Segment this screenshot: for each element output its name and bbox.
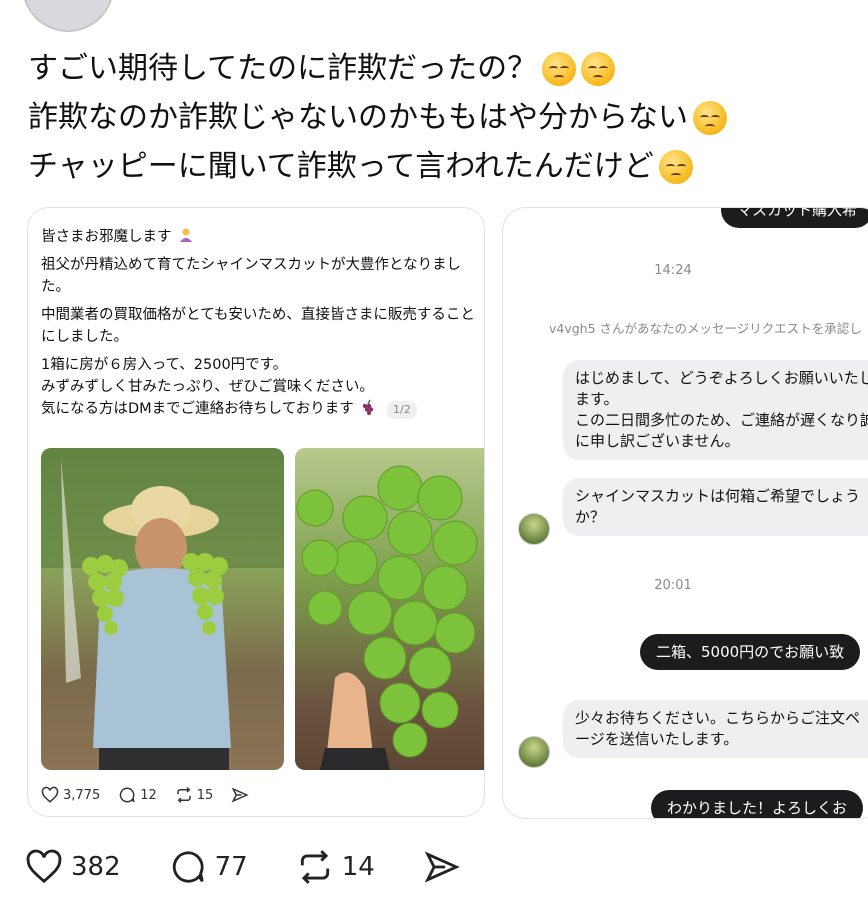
like-button[interactable]: 382	[25, 848, 121, 886]
reply-icon	[172, 851, 204, 883]
paragraph-dm: 気になる方はDMまでご連絡お待ちしております	[41, 401, 354, 417]
embedded-reply-count: 12	[140, 787, 157, 803]
embedded-reply-button[interactable]: 12	[118, 786, 157, 804]
post-line-1: すごい期待してたのに詐欺だったの？	[28, 51, 538, 86]
pensive-face-icon	[542, 51, 577, 86]
reply-button[interactable]: 77	[169, 848, 248, 886]
embedded-share-button[interactable]	[231, 786, 249, 804]
share-button[interactable]	[423, 848, 461, 886]
heart-icon	[26, 849, 62, 884]
post-action-bar: 382 77 14	[25, 848, 509, 886]
embedded-repost-count: 15	[196, 787, 214, 803]
seller-avatar[interactable]	[518, 513, 550, 545]
reply-icon	[119, 787, 135, 803]
farmer-grapes-photo[interactable]	[41, 448, 284, 770]
paragraph-taste: みずみずしく甘みたっぷり、ぜひご賞味ください。	[41, 379, 374, 395]
seller-avatar[interactable]	[518, 736, 550, 768]
pensive-face-icon	[581, 51, 616, 86]
heart-icon	[41, 786, 59, 803]
repost-icon	[177, 786, 191, 804]
greeting-text: 皆さまお邪魔します	[41, 229, 172, 245]
reply-count: 77	[214, 852, 248, 882]
paragraph-direct-sale: 中間業者の買取価格がとても安いため、直接皆さまに販売することにしました。	[41, 307, 475, 345]
grape-bunch-photo[interactable]	[295, 448, 484, 770]
post-line-2: 詐欺なのか詐欺じゃないのかももはや分からない	[28, 100, 688, 135]
dm-outgoing-partial: マスカット購入希	[721, 208, 868, 228]
pensive-face-icon	[693, 100, 727, 135]
dm-incoming-message-1: はじめまして、どうぞよろしくお願いいたします。 この二日間多忙のため、ご連絡が遅…	[563, 360, 868, 460]
embedded-like-count: 3,775	[63, 787, 101, 803]
dm-outgoing-message-2: わかりました！よろしくお	[651, 790, 864, 818]
dm-conversation-screenshot[interactable]: マスカット購入希 14:24 v4vgh5 さんがあなたのメッセージリクエストを…	[502, 207, 868, 819]
paragraph-harvest: 祖父が丹精込めて育てたシャインマスカットが大豊作となりました。	[41, 257, 462, 295]
post-line-3: チャッピーに聞いて詐欺って言われたんだけど	[28, 149, 654, 184]
grapes-icon	[363, 399, 374, 415]
dm-incoming-message-2: シャインマスカットは何箱ご希望でしょうか？	[563, 478, 868, 536]
send-icon	[231, 787, 249, 803]
embedded-post-screenshot[interactable]: 皆さまお邪魔します 祖父が丹精込めて育てたシャインマスカットが大豊作となりました…	[27, 207, 485, 817]
send-icon	[424, 851, 460, 883]
like-count: 382	[71, 852, 121, 882]
image-page-indicator: 1/2	[387, 401, 417, 419]
dm-timestamp-1: 14:24	[654, 263, 692, 278]
paragraph-price: 1箱に房が６房入って、2500円です。	[41, 357, 288, 373]
dm-outgoing-message-1: 二箱、5000円のでお願い致	[640, 634, 861, 670]
dm-timestamp-2: 20:01	[654, 578, 692, 593]
dm-incoming-message-3: 少々お待ちください。こちらからご注文ページを送信いたします。	[563, 700, 868, 758]
repost-button[interactable]: 14	[296, 848, 375, 886]
repost-icon	[300, 850, 329, 884]
repost-count: 14	[341, 852, 375, 882]
pensive-face-icon	[658, 149, 693, 184]
person-bowing-icon	[180, 228, 193, 242]
author-avatar[interactable]	[22, 0, 114, 32]
embedded-repost-button[interactable]: 15	[175, 786, 214, 804]
post-text: すごい期待してたのに詐欺だったの？ 詐欺なのか詐欺じゃないのかももはや分からない…	[28, 44, 858, 191]
dm-system-message: v4vgh5 さんがあなたのメッセージリクエストを承認し	[549, 321, 862, 336]
embedded-like-button[interactable]: 3,775	[41, 786, 100, 804]
